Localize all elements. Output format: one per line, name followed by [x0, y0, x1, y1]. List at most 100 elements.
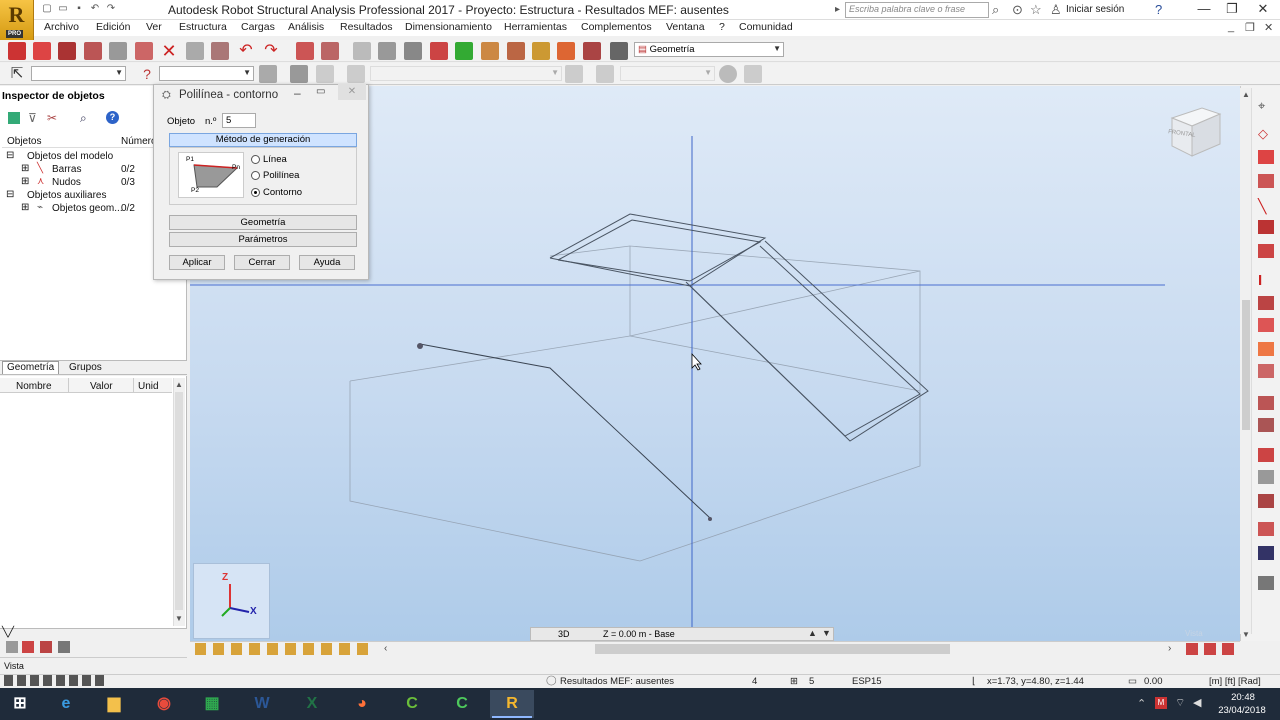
layout-select[interactable]: ▤ Geometría ▼ [634, 42, 784, 57]
delete-icon[interactable]: ✕ [160, 42, 178, 60]
section-name[interactable]: ESP15 [852, 676, 882, 687]
user-icon[interactable]: ♙ [1050, 2, 1062, 18]
chrome-icon[interactable]: ◉ [142, 690, 186, 718]
panel-icon-1[interactable] [6, 641, 18, 653]
filter-icon[interactable]: ⊽ [28, 112, 40, 124]
tree-expand-nudos[interactable]: ⊞ [21, 176, 29, 187]
lock-icon[interactable] [353, 42, 371, 60]
table-tool-icon[interactable] [1258, 546, 1274, 560]
tree-expand-barras[interactable]: ⊞ [21, 163, 29, 174]
radio-linea[interactable] [251, 155, 260, 164]
inspector-tree-icon[interactable] [8, 112, 20, 124]
apply-button[interactable]: Aplicar [169, 255, 225, 270]
menu-ver[interactable]: Ver [146, 21, 162, 33]
view-mode-3d[interactable]: 3D [558, 629, 570, 639]
horizontal-scroll-thumb[interactable] [595, 644, 950, 654]
redo-toolbar-icon[interactable]: ↷ [262, 42, 280, 60]
menu-help[interactable]: ? [719, 21, 725, 33]
parameters-section-button[interactable]: Parámetros [169, 232, 357, 247]
menu-ventana[interactable]: Ventana [666, 21, 705, 33]
save-project-icon[interactable] [33, 42, 51, 60]
slab-tool-icon[interactable] [1258, 296, 1274, 310]
line-tool-icon[interactable]: ╲ [1258, 198, 1274, 214]
menu-resultados[interactable]: Resultados [340, 21, 393, 33]
menu-estructura[interactable]: Estructura [179, 21, 227, 33]
node-tool-icon[interactable]: ⌖ [1258, 98, 1274, 113]
new-icon[interactable]: ▢ [40, 2, 54, 16]
select-cursor-icon[interactable]: ⇱ [8, 65, 26, 83]
tools-icon[interactable] [583, 42, 601, 60]
mesh-tool-icon[interactable] [1258, 448, 1274, 462]
structure-model-icon[interactable] [430, 42, 448, 60]
object-number-input[interactable]: 5 [222, 113, 256, 128]
tables-icon[interactable] [296, 42, 314, 60]
level-up-icon[interactable]: ▲ [808, 628, 817, 638]
clock-time[interactable]: 20:48 [1218, 692, 1268, 703]
tree-item-model-objects[interactable]: Objetos del modelo [27, 151, 113, 162]
release-tool-icon[interactable] [1258, 418, 1274, 432]
preview-icon[interactable] [109, 42, 127, 60]
edge-icon[interactable]: e [44, 690, 88, 718]
info-icon[interactable]: ? [106, 111, 119, 124]
view-cube[interactable]: FRONTAL [1168, 104, 1224, 158]
help-search-input[interactable]: Escriba palabra clave o frase [845, 2, 989, 18]
help-icon[interactable]: ? [1155, 2, 1162, 17]
minimize-button[interactable]: — [1190, 0, 1218, 20]
word-icon[interactable]: W [240, 690, 284, 718]
tab-geometria[interactable]: Geometría [2, 361, 60, 374]
menu-complementos[interactable]: Complementos [581, 21, 652, 33]
units-indicator[interactable]: [m] [ft] [Rad] [1209, 676, 1261, 687]
dialog-close-button[interactable]: ✕ [338, 84, 366, 100]
wall-tool-icon[interactable] [1258, 470, 1274, 484]
tray-network-icon[interactable]: ⌃ [1137, 697, 1146, 710]
cases-icon[interactable] [290, 65, 308, 83]
file-explorer-icon[interactable]: ▆ [92, 690, 136, 718]
redo-icon[interactable]: ↷ [104, 2, 118, 16]
firefox-icon[interactable]: ◕ [340, 690, 384, 718]
new-project-icon[interactable] [8, 42, 26, 60]
tray-app-icon[interactable]: M [1155, 697, 1167, 709]
paste-icon[interactable] [211, 42, 229, 60]
column-valor[interactable]: Valor [90, 381, 113, 392]
print-icon[interactable] [58, 42, 76, 60]
tree-expand-geom[interactable]: ⊞ [21, 202, 29, 213]
binoculars-icon[interactable]: ⌕ [992, 2, 999, 18]
zoom-window-icon[interactable] [404, 42, 422, 60]
restore-button[interactable]: ❐ [1218, 0, 1246, 20]
tree-collapse-model[interactable]: ⊟ [6, 150, 14, 161]
geometry-section-button[interactable]: Geometría [169, 215, 357, 230]
screen-capture-icon[interactable] [135, 42, 153, 60]
menu-analisis[interactable]: Análisis [288, 21, 324, 33]
menu-herramientas[interactable]: Herramientas [504, 21, 567, 33]
radio-polilinea[interactable] [251, 171, 260, 180]
number-column-header[interactable]: Número [121, 136, 157, 147]
scroll-left-icon[interactable]: ‹ [384, 643, 387, 654]
help-button[interactable]: Ayuda [299, 255, 355, 270]
dialog-minimize-button[interactable]: – [294, 86, 301, 100]
close-window-button[interactable]: ✕ [1246, 0, 1280, 20]
frame-tool-icon[interactable] [1258, 522, 1274, 536]
layouts-icon[interactable] [610, 42, 628, 60]
selection-list-select[interactable]: ▼ [159, 66, 254, 81]
objects-column-header[interactable]: Objetos [7, 136, 41, 147]
view-tools-strip[interactable] [195, 643, 375, 655]
close-button[interactable]: Cerrar [234, 255, 290, 270]
panel-icon-4[interactable] [58, 641, 70, 653]
radio-contorno[interactable] [251, 188, 260, 197]
undo-icon[interactable]: ↶ [88, 2, 102, 16]
report-tool-icon[interactable] [1258, 576, 1274, 590]
doc-minimize-button[interactable]: _ [1228, 21, 1234, 33]
offset-tool-icon[interactable] [1258, 318, 1274, 332]
method-header[interactable]: Método de generación [169, 133, 357, 147]
selection-filter-select[interactable]: ▼ [31, 66, 126, 81]
menu-archivo[interactable]: Archivo [44, 21, 79, 33]
app-logo[interactable]: R PRO [0, 0, 34, 40]
scroll-up-icon[interactable]: ▲ [175, 380, 183, 389]
tree-collapse-aux[interactable]: ⊟ [6, 189, 14, 200]
scroll-right-icon[interactable]: › [1168, 643, 1171, 654]
tab-grupos[interactable]: Grupos [66, 362, 105, 374]
tree-item-aux-objects[interactable]: Objetos auxiliares [27, 190, 106, 201]
menu-dimensionamiento[interactable]: Dimensionamiento [405, 21, 492, 33]
option-polilinea-label[interactable]: Polilínea [263, 170, 299, 181]
section-tool-icon[interactable] [1258, 174, 1274, 188]
